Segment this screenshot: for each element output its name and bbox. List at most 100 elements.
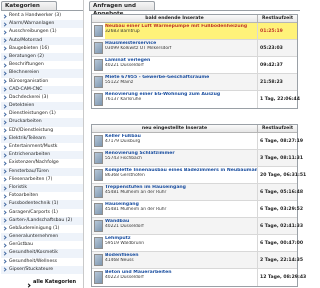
category-item[interactable]: Büroorganisation — [1, 78, 83, 86]
listing-thumbnail[interactable] — [94, 152, 103, 164]
listing-info: Beton und Mauerarbeiten 40223 Düsseldorf — [105, 269, 257, 286]
chevron-right-icon — [2, 161, 7, 166]
listing-thumbnail[interactable] — [94, 220, 103, 232]
listing-row[interactable]: Keller Fußbau 47179 Duisburg 6 Tage, 08:27… — [92, 133, 303, 150]
listing-thumbnail[interactable] — [94, 42, 103, 54]
category-label: Elektrik/Teilearn — [9, 135, 46, 141]
listing-thumbnail[interactable] — [94, 271, 103, 284]
category-item[interactable]: Beratungen (2) — [1, 52, 83, 62]
chevron-right-icon — [2, 38, 7, 43]
listing-row[interactable]: Beton und Mauerarbeiten 40223 Düsseldorf 1… — [92, 269, 306, 286]
listing-location: 41468 Neuss — [105, 258, 134, 264]
category-item[interactable]: Generalunternehmen — [1, 233, 83, 242]
listing-location: 59519 Waldbrunn — [105, 241, 145, 247]
listing-row[interactable]: Wandbau 40221 Dusseldorf 6 Tage, 02:41:33 — [92, 218, 303, 235]
chevron-right-icon — [2, 218, 7, 223]
category-item[interactable]: CAD-CAM-CNC — [1, 85, 83, 94]
all-categories-link[interactable]: alle Kategorien ... — [26, 279, 83, 288]
listing-info: Bodenfliesen 41468 Neuss — [105, 252, 257, 268]
category-item[interactable]: Elektrik/Teilearn — [1, 134, 83, 143]
listing-thumbnail[interactable] — [94, 169, 103, 181]
chevron-right-icon — [2, 153, 7, 158]
category-item[interactable]: Gipser/Stuckateure — [1, 265, 83, 274]
category-item[interactable]: Ausschreibungen (1) — [1, 28, 83, 36]
category-item[interactable]: Druckarbeiten — [1, 118, 83, 127]
new-listings-panel: neu eingestellte Inserate Restlaufzeit K… — [91, 124, 306, 287]
chevron-right-icon — [2, 55, 7, 60]
category-label: Beschriftungen — [9, 62, 44, 68]
listing-thumbnail[interactable] — [94, 254, 103, 266]
chevron-right-icon — [2, 104, 7, 109]
category-item[interactable]: Entertainment/Mustk — [1, 143, 83, 151]
category-item[interactable]: Rent a Handwerker (3) — [1, 12, 83, 20]
category-item[interactable]: Alarm/Warnanlagen — [1, 20, 83, 29]
category-item[interactable]: Gerüstbau — [1, 241, 83, 249]
listing-row[interactable]: Treppenstufen im Hauseingang 45481 Mülhei… — [92, 184, 303, 201]
listing-remaining-time: 6 Tage, 02:41:33 — [257, 218, 303, 234]
category-item[interactable]: Fotoarbeiten — [1, 192, 83, 200]
chevron-right-icon — [26, 283, 31, 288]
category-item[interactable]: EDV/Dienstleistung — [1, 127, 83, 135]
chevron-right-icon — [2, 87, 7, 92]
listing-thumbnail[interactable] — [94, 93, 103, 106]
category-item[interactable]: Detekteien — [1, 102, 83, 111]
listing-row[interactable]: Bodenfliesen 41468 Neuss 2 Tage, 22:14:35 — [92, 252, 303, 269]
category-label: Büroorganisation — [9, 78, 49, 84]
category-item[interactable]: Baugebieten (16) — [1, 45, 83, 53]
rest-column-header: Restlaufzeit — [257, 125, 297, 132]
listing-row[interactable]: Miete 67955 - Gewerbe-Geschäftsräume 5512… — [92, 74, 297, 91]
chevron-right-icon — [2, 186, 7, 191]
listing-location: 32683 Barntrup — [105, 29, 140, 35]
chevron-right-icon — [2, 194, 7, 199]
category-label: Fussbodentechnik (1) — [9, 201, 59, 207]
category-item[interactable]: Gesundheit/Wellness — [1, 258, 83, 266]
listing-row[interactable]: Hausmeisterservice 03099 Kolkwitz OT Milk… — [92, 40, 297, 57]
listing-row[interactable]: Komplette Innenausbau eines Badezimmers … — [92, 167, 306, 184]
category-item[interactable]: Garten-/Landschaftsbau (2) — [1, 216, 83, 225]
listing-thumbnail[interactable] — [94, 203, 103, 215]
listing-info: Hausmeisterservice 03099 Kolkwitz OT Milk… — [105, 40, 257, 56]
category-label: Blechnereien — [9, 70, 40, 76]
listing-row[interactable]: Lehmputz 59519 Waldbrunn 6 Tage, 00:47:00 — [92, 235, 303, 252]
listing-info: Treppenstufen im Hauseingang 45481 Mülhei… — [105, 184, 257, 200]
listing-info: Miete 67955 - Gewerbe-Geschäftsräume 5512… — [105, 74, 257, 90]
category-label: Gesundheit/Kosmetik — [9, 250, 58, 256]
listing-thumbnail[interactable] — [94, 237, 103, 249]
chevron-right-icon — [2, 136, 7, 141]
category-item[interactable]: Fensterbau/Türen — [1, 167, 83, 176]
listing-thumbnail[interactable] — [94, 25, 103, 37]
category-item[interactable]: Auto/Motorrad — [1, 36, 83, 45]
listing-remaining-time: 12 Tage, 08:29:43 — [257, 269, 306, 286]
category-label: Gesundheit/Wellness — [9, 258, 58, 264]
category-label: EDV/Dienstleistung — [9, 127, 54, 133]
category-label: Fliesenarbeiten (7) — [9, 176, 53, 182]
category-item[interactable]: Entrichenarbeiten — [1, 151, 83, 160]
category-item[interactable]: Gesundheit/Kosmetik — [1, 249, 83, 258]
listing-thumbnail[interactable] — [94, 59, 103, 71]
tab-kategorien[interactable]: Kategorien — [1, 1, 57, 10]
category-item[interactable]: Garagen/Carports (1) — [1, 209, 83, 217]
category-item[interactable]: Gebäudereinigung (1) — [1, 225, 83, 233]
tab-anfragen-angebote[interactable]: Anfragen und Angebote — [89, 1, 155, 17]
category-sidebar: Kategorien Rent a Handwerker (3) Alarm/Wa… — [0, 0, 84, 288]
category-item[interactable]: Dachdeckerei (3) — [1, 94, 83, 102]
category-item[interactable]: Dienstleistungen (1) — [1, 110, 83, 118]
category-item[interactable]: Beschriftungen — [1, 61, 83, 69]
listing-thumbnail[interactable] — [94, 135, 103, 147]
new-listings-header: neu eingestellte Inserate Restlaufzeit — [92, 125, 297, 133]
listing-row[interactable]: Neubau einer Luft Wärmepumpe mit Fußbode… — [92, 23, 297, 40]
listing-row[interactable]: Hauseingang 45481 Mülheim an der Ruhr 6 Ta… — [92, 201, 303, 218]
listing-row[interactable]: Laminat verlegen 40221 Dusseldorf 09:42:37 — [92, 57, 297, 74]
ending-soon-rows: Neubau einer Luft Wärmepumpe mit Fußbode… — [92, 23, 300, 108]
category-item[interactable]: Fussbodentechnik (1) — [1, 200, 83, 209]
category-item[interactable]: Blechnereien — [1, 69, 83, 78]
category-item[interactable]: Existenzen/Nachfolge — [1, 159, 83, 167]
listing-info: Laminat verlegen 40221 Dusseldorf — [105, 57, 257, 73]
listing-thumbnail[interactable] — [94, 186, 103, 198]
category-item[interactable]: Floristik — [1, 183, 83, 193]
listing-row[interactable]: Renovierung Schlafzimmer 55743 Fischbach 3… — [92, 150, 303, 167]
listing-thumbnail[interactable] — [94, 76, 103, 88]
listing-row[interactable]: Renovierung einer EG-Wohnung zum Auszug 7… — [92, 91, 300, 108]
category-item[interactable]: Fliesenarbeiten (7) — [1, 176, 83, 184]
listing-info: Renovierung einer EG-Wohnung zum Auszug 7… — [105, 91, 257, 108]
